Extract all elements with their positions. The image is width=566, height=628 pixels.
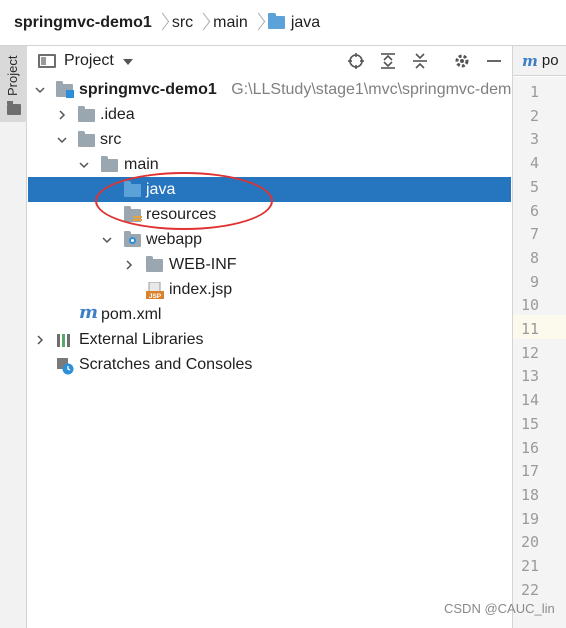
panel-title: Project xyxy=(64,52,114,69)
svg-text:JSP: JSP xyxy=(149,293,162,300)
tree-label-pom: pom.xml xyxy=(101,305,162,323)
collapse-all-button[interactable] xyxy=(410,51,430,71)
tree-row-src[interactable]: src xyxy=(28,127,511,152)
breadcrumb-java-label: java xyxy=(290,13,321,31)
line-number-gutter: 1 2 3 4 5 6 7 8 9 10 11 12 13 14 15 16 17 18 19 20 21 22 xyxy=(513,77,566,628)
tree-label-root: springmvc-demo1 xyxy=(79,80,217,98)
tree-label-external-libraries: External Libraries xyxy=(79,330,204,348)
maven-icon: m xyxy=(79,302,99,323)
chevron-right-icon xyxy=(253,12,262,34)
editor-tab-pom[interactable]: m po xyxy=(513,46,566,76)
watermark: CSDN @CAUC_lin xyxy=(444,601,555,616)
line-number: 20 xyxy=(520,533,539,552)
editor-tab-label: po xyxy=(541,52,559,69)
tree-root-path: G:\LLStudy\stage1\mvc\springmvc-dem xyxy=(231,80,511,98)
tree-label-webinf: WEB-INF xyxy=(169,255,237,273)
tree-label-main: main xyxy=(124,155,159,173)
project-tool-window-tab[interactable]: Project xyxy=(0,46,27,122)
project-tree: springmvc-demo1 G:\LLStudy\stage1\mvc\sp… xyxy=(28,77,511,628)
gear-icon xyxy=(455,54,469,68)
hide-panel-button[interactable] xyxy=(484,51,504,71)
web-folder-icon xyxy=(124,230,142,248)
library-icon xyxy=(56,332,74,348)
line-number: 2 xyxy=(529,106,539,125)
editor-area: m po 1 2 3 4 5 6 7 8 9 10 11 12 13 14 15 16 17 18 19 20 21 22 xyxy=(512,46,566,628)
tree-label-idea: .idea xyxy=(100,105,135,123)
tree-row-pom[interactable]: m pom.xml xyxy=(28,302,511,327)
tree-row-webinf[interactable]: WEB-INF xyxy=(28,252,511,277)
folder-icon xyxy=(7,101,21,115)
tree-row-idea[interactable]: .idea xyxy=(28,102,511,127)
line-number: 21 xyxy=(520,557,539,575)
tree-row-index[interactable]: JSP index.jsp xyxy=(28,277,511,302)
folder-icon xyxy=(267,13,285,29)
chevron-down-icon[interactable] xyxy=(100,233,114,247)
line-number: 12 xyxy=(520,343,539,362)
scratches-icon xyxy=(56,357,74,374)
tree-label-webapp: webapp xyxy=(146,230,203,248)
line-number: 18 xyxy=(520,485,539,504)
line-number: 8 xyxy=(529,248,539,267)
tree-label-index: index.jsp xyxy=(169,280,233,298)
module-folder-icon xyxy=(56,80,74,98)
tree-row-webapp[interactable]: webapp xyxy=(28,227,511,252)
chevron-down-icon xyxy=(122,59,133,65)
line-number: 14 xyxy=(520,391,539,410)
line-number: 9 xyxy=(529,272,539,291)
folder-icon xyxy=(78,130,96,148)
tree-row-main[interactable]: main xyxy=(28,152,511,177)
folder-icon xyxy=(78,105,96,123)
tree-row-root[interactable]: springmvc-demo1 G:\LLStudy\stage1\mvc\sp… xyxy=(28,77,511,102)
minimize-icon xyxy=(487,60,501,62)
chevron-right-icon xyxy=(157,12,166,34)
collapse-all-icon xyxy=(413,53,427,69)
breadcrumb: springmvc-demo1 src main java xyxy=(0,0,566,46)
line-number: 10 xyxy=(520,296,539,315)
line-number: 16 xyxy=(520,438,539,457)
tree-row-scratches[interactable]: Scratches and Consoles xyxy=(28,352,511,377)
project-panel-header: Project xyxy=(28,46,511,76)
folder-icon xyxy=(101,155,119,173)
maven-icon: m xyxy=(522,51,538,70)
breadcrumb-project[interactable]: springmvc-demo1 xyxy=(14,14,152,32)
project-icon xyxy=(38,54,56,68)
breadcrumb-java[interactable]: java xyxy=(267,13,321,32)
expand-all-button[interactable] xyxy=(378,51,398,71)
folder-icon xyxy=(146,255,164,273)
line-number: 11 xyxy=(520,320,539,338)
chevron-right-icon[interactable] xyxy=(122,258,136,272)
line-number: 4 xyxy=(529,154,539,173)
line-number: 7 xyxy=(529,225,539,244)
line-number: 19 xyxy=(520,509,539,528)
line-number: 22 xyxy=(520,580,539,599)
tool-window-stripe: Project xyxy=(0,46,27,628)
line-number: 5 xyxy=(529,177,539,196)
chevron-right-icon[interactable] xyxy=(33,333,47,347)
line-number: 15 xyxy=(520,414,539,433)
line-number: 17 xyxy=(520,462,539,481)
chevron-down-icon[interactable] xyxy=(77,158,91,172)
chevron-right-icon xyxy=(198,12,207,34)
chevron-right-icon[interactable] xyxy=(55,108,69,122)
line-number: 13 xyxy=(520,367,539,386)
jsp-file-icon: JSP xyxy=(146,281,164,300)
annotation-ellipse xyxy=(95,172,273,230)
line-number: 3 xyxy=(529,130,539,149)
line-number: 1 xyxy=(529,83,539,101)
chevron-down-icon[interactable] xyxy=(55,133,69,147)
expand-all-icon xyxy=(381,53,395,69)
line-number: 6 xyxy=(529,201,539,220)
project-tab-label: Project xyxy=(5,55,20,96)
tree-label-src: src xyxy=(100,130,122,148)
settings-button[interactable] xyxy=(452,51,472,71)
breadcrumb-main[interactable]: main xyxy=(213,14,248,32)
locate-button[interactable] xyxy=(346,51,366,71)
tree-row-external-libraries[interactable]: External Libraries xyxy=(28,327,511,352)
crosshair-icon xyxy=(348,53,364,69)
tree-label-scratches: Scratches and Consoles xyxy=(79,355,253,373)
project-view-selector[interactable]: Project xyxy=(38,52,133,70)
breadcrumb-src[interactable]: src xyxy=(172,14,193,32)
chevron-down-icon[interactable] xyxy=(33,83,47,97)
